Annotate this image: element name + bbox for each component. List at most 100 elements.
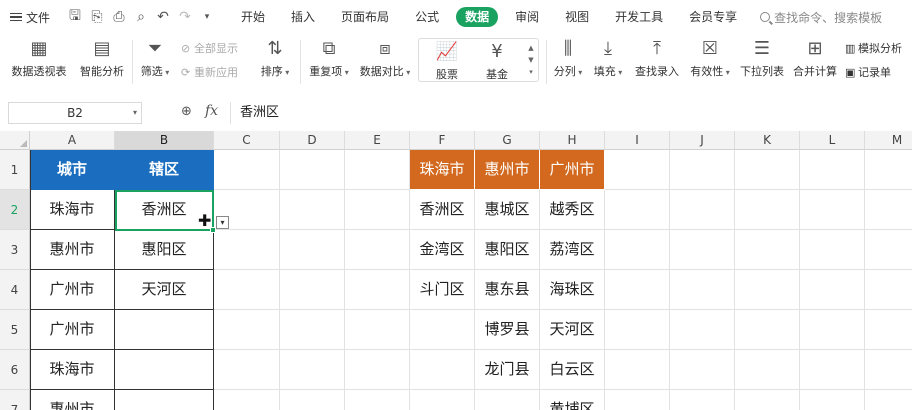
data-validation-dropdown-button[interactable]: ▾ [216, 216, 229, 229]
cell-b7[interactable] [115, 390, 214, 410]
cell-d6[interactable] [280, 350, 345, 390]
cell-h1[interactable]: 广州市 [540, 150, 605, 190]
row-header-6[interactable]: 6 [0, 350, 30, 390]
cell-b1[interactable]: 辖区 [115, 150, 214, 190]
record-form-button[interactable]: ▣ 记录单 [845, 64, 891, 80]
dropdown-list-button[interactable]: ☰ 下拉列表 [738, 38, 786, 79]
cell-j7[interactable] [670, 390, 735, 410]
cell-j6[interactable] [670, 350, 735, 390]
sort-button[interactable]: ⇅ 排序 [258, 38, 292, 79]
column-header-h[interactable]: H [540, 131, 605, 150]
save-icon[interactable]: 🖫 [64, 5, 86, 29]
cell-e3[interactable] [345, 230, 410, 270]
cell-f2[interactable]: 香洲区 [410, 190, 475, 230]
fill-button[interactable]: ⤓ 填充 [591, 38, 625, 79]
cell-h7[interactable]: 黄埔区 [540, 390, 605, 410]
tab-home[interactable]: 开始 [228, 7, 278, 27]
cell-b3[interactable]: 惠阳区 [115, 230, 214, 270]
cell-k6[interactable] [735, 350, 800, 390]
cell-h4[interactable]: 海珠区 [540, 270, 605, 310]
find-entry-button[interactable]: ⤒ 查找录入 [633, 38, 681, 79]
chevron-down-icon[interactable]: ▾ [133, 103, 137, 123]
cell-e4[interactable] [345, 270, 410, 310]
column-header-c[interactable]: C [214, 131, 280, 150]
row-header-2[interactable]: 2 [0, 190, 30, 230]
formula-input[interactable]: 香洲区 [230, 102, 912, 124]
cell-e7[interactable] [345, 390, 410, 410]
cell-j4[interactable] [670, 270, 735, 310]
cell-i1[interactable] [605, 150, 670, 190]
cell-g7[interactable] [475, 390, 540, 410]
print-icon[interactable]: ⎙ [108, 9, 130, 25]
cell-m4[interactable] [865, 270, 912, 310]
validity-button[interactable]: ☒ 有效性 [688, 38, 732, 79]
cell-e2[interactable] [345, 190, 410, 230]
cell-k5[interactable] [735, 310, 800, 350]
tab-insert[interactable]: 插入 [278, 7, 328, 27]
cell-i6[interactable] [605, 350, 670, 390]
cell-e6[interactable] [345, 350, 410, 390]
cell-a7[interactable]: 惠州市 [30, 390, 115, 410]
filter-button[interactable]: ⏷ 筛选 [138, 38, 172, 79]
file-menu[interactable]: 文件 [10, 9, 50, 26]
row-header-4[interactable]: 4 [0, 270, 30, 310]
fx-icon[interactable]: fx [205, 103, 218, 119]
tab-member[interactable]: 会员专享 [676, 7, 750, 27]
column-header-l[interactable]: L [800, 131, 865, 150]
cell-b4[interactable]: 天河区 [115, 270, 214, 310]
tab-developer[interactable]: 开发工具 [602, 7, 676, 27]
duplicates-button[interactable]: ⧉ 重复项 [307, 38, 351, 79]
gallery-scroll[interactable]: ▲ ▼ ▾ [526, 42, 536, 78]
cell-i3[interactable] [605, 230, 670, 270]
cell-j3[interactable] [670, 230, 735, 270]
chevron-down-icon[interactable]: ▾ [196, 12, 218, 22]
row-header-7[interactable]: 7 [0, 390, 30, 410]
column-header-i[interactable]: I [605, 131, 670, 150]
split-column-button[interactable]: ⫼ 分列 [551, 38, 585, 79]
column-header-a[interactable]: A [30, 131, 115, 150]
cell-a6[interactable]: 珠海市 [30, 350, 115, 390]
cell-c3[interactable] [214, 230, 280, 270]
cell-d3[interactable] [280, 230, 345, 270]
zoom-search-icon[interactable]: ⊕ [181, 104, 192, 119]
cell-k1[interactable] [735, 150, 800, 190]
cell-a5[interactable]: 广州市 [30, 310, 115, 350]
cell-g2[interactable]: 惠城区 [475, 190, 540, 230]
cell-l2[interactable] [800, 190, 865, 230]
row-header-1[interactable]: 1 [0, 150, 30, 190]
cell-b5[interactable] [115, 310, 214, 350]
show-all-button[interactable]: ⊘ 全部显示 [181, 40, 238, 56]
row-header-5[interactable]: 5 [0, 310, 30, 350]
cell-a4[interactable]: 广州市 [30, 270, 115, 310]
cell-i7[interactable] [605, 390, 670, 410]
cell-l3[interactable] [800, 230, 865, 270]
cell-k4[interactable] [735, 270, 800, 310]
cell-f4[interactable]: 斗门区 [410, 270, 475, 310]
cell-h2[interactable]: 越秀区 [540, 190, 605, 230]
cell-d4[interactable] [280, 270, 345, 310]
reapply-button[interactable]: ⟳ 重新应用 [181, 64, 238, 80]
cell-c6[interactable] [214, 350, 280, 390]
cell-l1[interactable] [800, 150, 865, 190]
cell-b6[interactable] [115, 350, 214, 390]
name-box[interactable]: B2 ▾ [8, 102, 142, 124]
column-header-e[interactable]: E [345, 131, 410, 150]
cell-h6[interactable]: 白云区 [540, 350, 605, 390]
cell-c1[interactable] [214, 150, 280, 190]
cell-l4[interactable] [800, 270, 865, 310]
tab-view[interactable]: 视图 [552, 7, 602, 27]
stock-button[interactable]: 📈 股票 [427, 41, 467, 82]
tab-formulas[interactable]: 公式 [402, 7, 452, 27]
cell-k3[interactable] [735, 230, 800, 270]
cell-h5[interactable]: 天河区 [540, 310, 605, 350]
cell-c5[interactable] [214, 310, 280, 350]
cell-g1[interactable]: 惠州市 [475, 150, 540, 190]
cell-j1[interactable] [670, 150, 735, 190]
cell-d2[interactable] [280, 190, 345, 230]
column-header-m[interactable]: M [865, 131, 912, 150]
cell-h3[interactable]: 荔湾区 [540, 230, 605, 270]
cell-e5[interactable] [345, 310, 410, 350]
cell-i2[interactable] [605, 190, 670, 230]
cell-m5[interactable] [865, 310, 912, 350]
fund-button[interactable]: ¥ 基金 [477, 41, 517, 82]
